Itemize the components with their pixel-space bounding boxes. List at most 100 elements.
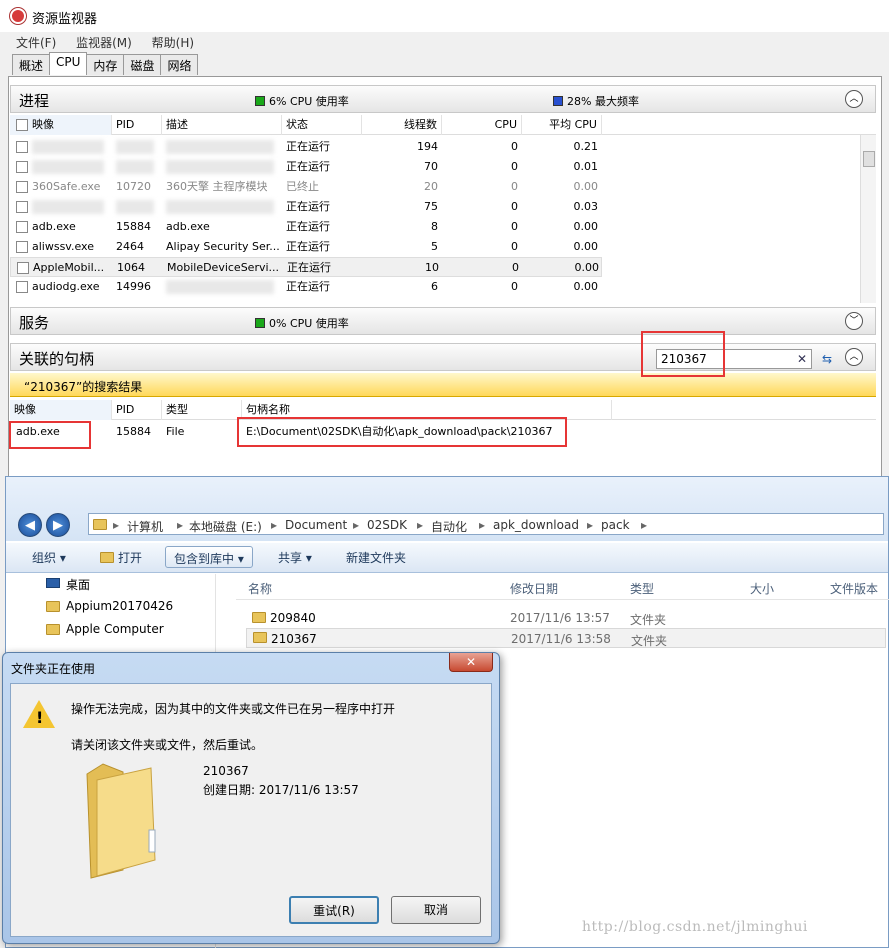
col-type[interactable]: 类型 (162, 400, 242, 420)
cell-image: aliwssv.exe (32, 240, 94, 253)
row-checkbox[interactable] (16, 221, 28, 233)
cell-image: AppleMobil... (33, 261, 105, 274)
tab-strip: 概述 CPU 内存 磁盘 网络 (12, 52, 199, 76)
chevron-right-icon[interactable]: ▸ (641, 518, 647, 532)
include-in-library-menu[interactable]: 包含到库中 ▾ (165, 546, 253, 568)
cell-pid: 10720 (116, 180, 151, 193)
chevron-right-icon[interactable]: ▸ (479, 518, 485, 532)
dialog-message: 操作无法完成，因为其中的文件夹或文件已在另一程序中打开 (71, 702, 396, 716)
clear-search-icon[interactable]: ✕ (797, 352, 807, 366)
breadcrumb-document[interactable]: Document (285, 518, 347, 532)
chevron-right-icon[interactable]: ▸ (271, 518, 277, 532)
cell-cpu: 0 (511, 140, 518, 153)
tab-cpu[interactable]: CPU (49, 52, 88, 75)
menu-file[interactable]: 文件(F) (16, 34, 56, 51)
desktop-icon (46, 578, 60, 588)
row-checkbox[interactable] (16, 181, 28, 193)
col-avg-cpu[interactable]: 平均 CPU (522, 115, 602, 135)
redacted-cell (166, 280, 274, 294)
chevron-right-icon[interactable]: ▸ (417, 518, 423, 532)
row-checkbox[interactable] (16, 241, 28, 253)
new-folder-button[interactable]: 新建文件夹 (346, 549, 406, 566)
list-item[interactable]: 210367 2017/11/6 13:58 文件夹 (246, 628, 886, 648)
col-pid[interactable]: PID (112, 400, 162, 420)
processes-scrollbar[interactable] (860, 135, 876, 303)
chevron-right-icon[interactable]: ▸ (587, 518, 593, 532)
green-square-icon (255, 96, 265, 106)
col-type[interactable]: 类型 (630, 580, 654, 597)
processes-table-header: 映像 PID 描述 状态 线程数 CPU 平均 CPU (10, 115, 876, 135)
close-icon[interactable]: ✕ (449, 653, 493, 672)
col-pid[interactable]: PID (112, 115, 162, 135)
cell-status: 正在运行 (287, 261, 331, 274)
address-bar[interactable]: ▸ 计算机 ▸ 本地磁盘 (E:) ▸ Document ▸ 02SDK ▸ 自… (88, 513, 884, 535)
folder-icon (46, 601, 60, 612)
table-row[interactable]: 正在运行 194 0 0.21 (10, 137, 602, 157)
processes-section-header[interactable]: 进程 6% CPU 使用率 28% 最大频率 ︿ (10, 85, 876, 113)
col-size[interactable]: 大小 (750, 580, 774, 597)
retry-button[interactable]: 重试(R) (289, 896, 379, 924)
cell-threads: 5 (431, 240, 438, 253)
row-checkbox[interactable] (16, 281, 28, 293)
tab-memory[interactable]: 内存 (86, 54, 125, 75)
handles-section-header[interactable]: 关联的句柄 210367 ✕ ⇆ ︿ (10, 343, 876, 371)
nav-item-appium[interactable]: Appium20170426 (66, 599, 173, 613)
open-button[interactable]: 打开 (100, 549, 142, 566)
col-description[interactable]: 描述 (162, 115, 282, 135)
cell-image: adb.exe (32, 220, 76, 233)
row-checkbox[interactable] (16, 141, 28, 153)
chevron-right-icon[interactable]: ▸ (353, 518, 359, 532)
table-row[interactable]: 正在运行 70 0 0.01 (10, 157, 602, 177)
col-image[interactable]: 映像 (10, 400, 112, 420)
services-section-header[interactable]: 服务 0% CPU 使用率 ﹀ (10, 307, 876, 335)
dialog-body: ! 操作无法完成，因为其中的文件夹或文件已在另一程序中打开 请关闭该文件夹或文件… (10, 683, 492, 937)
row-checkbox[interactable] (16, 201, 28, 213)
nav-item-apple-computer[interactable]: Apple Computer (66, 622, 164, 636)
cancel-button[interactable]: 取消 (391, 896, 481, 924)
chevron-right-icon[interactable]: ▸ (177, 518, 183, 532)
table-row[interactable]: AppleMobil... 1064 MobileDeviceServi... 正在运… (10, 257, 602, 277)
table-row[interactable]: 360Safe.exe 10720 360天擎 主程序模块 已终止 20 0 0.00 (10, 177, 602, 197)
back-arrow-icon[interactable]: ◀ (18, 513, 42, 537)
table-row[interactable]: aliwssv.exe 2464 Alipay Security Ser... 正在运… (10, 237, 602, 257)
organize-menu[interactable]: 组织 ▾ (32, 549, 66, 566)
col-status[interactable]: 状态 (282, 115, 362, 135)
col-image[interactable]: 映像 (10, 115, 112, 135)
collapse-up-icon[interactable]: ︿ (845, 90, 863, 108)
collapse-up-icon[interactable]: ︿ (845, 348, 863, 366)
breadcrumb-apk-download[interactable]: apk_download (493, 518, 579, 532)
select-all-checkbox[interactable] (16, 119, 28, 131)
chevron-right-icon[interactable]: ▸ (113, 518, 119, 532)
col-cpu[interactable]: CPU (442, 115, 522, 135)
cell-status: 已终止 (286, 180, 319, 193)
breadcrumb-automation[interactable]: 自动化 (431, 518, 467, 535)
expand-down-icon[interactable]: ﹀ (845, 312, 863, 330)
col-modified[interactable]: 修改日期 (510, 580, 558, 597)
folder-icon (93, 519, 107, 530)
cell-desc: MobileDeviceServi... (167, 261, 280, 274)
tab-overview[interactable]: 概述 (12, 54, 51, 75)
col-name[interactable]: 名称 (248, 580, 272, 597)
nav-item-desktop[interactable]: 桌面 (66, 576, 90, 593)
forward-arrow-icon[interactable]: ▶ (46, 513, 70, 537)
tab-network[interactable]: 网络 (160, 54, 199, 75)
menu-monitor[interactable]: 监视器(M) (76, 34, 132, 51)
row-checkbox[interactable] (16, 161, 28, 173)
table-row[interactable]: audiodg.exe 14996 正在运行 6 0 0.00 (10, 277, 602, 297)
menu-help[interactable]: 帮助(H) (152, 34, 194, 51)
col-file-version[interactable]: 文件版本 (830, 580, 878, 597)
table-row[interactable]: adb.exe 15884 adb.exe 正在运行 8 0 0.00 (10, 217, 602, 237)
refresh-search-icon[interactable]: ⇆ (817, 349, 837, 369)
list-item[interactable]: 209840 2017/11/6 13:57 文件夹 (246, 608, 886, 628)
breadcrumb-disk-e[interactable]: 本地磁盘 (E:) (189, 518, 262, 535)
scroll-thumb[interactable] (863, 151, 875, 167)
breadcrumb-computer[interactable]: 计算机 (127, 518, 163, 535)
cell-threads: 6 (431, 280, 438, 293)
share-menu[interactable]: 共享 ▾ (278, 549, 312, 566)
table-row[interactable]: 正在运行 75 0 0.03 (10, 197, 602, 217)
breadcrumb-02sdk[interactable]: 02SDK (367, 518, 407, 532)
tab-disk[interactable]: 磁盘 (123, 54, 162, 75)
col-threads[interactable]: 线程数 (362, 115, 442, 135)
breadcrumb-pack[interactable]: pack (601, 518, 630, 532)
row-checkbox[interactable] (17, 262, 29, 274)
